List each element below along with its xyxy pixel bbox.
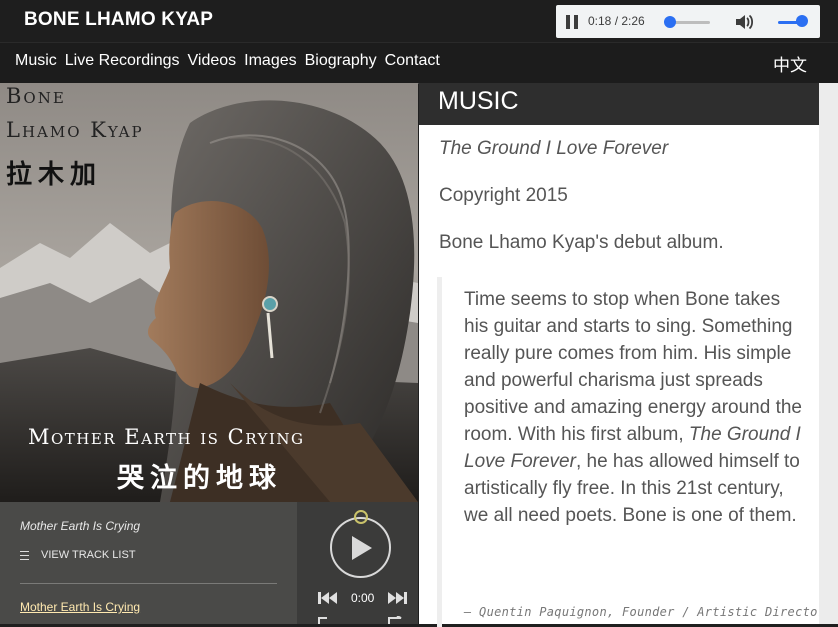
- nav-item-videos[interactable]: Videos: [188, 52, 237, 70]
- site-title[interactable]: BONE LHAMO KYAP: [24, 9, 213, 31]
- track-link[interactable]: Mother Earth Is Crying: [20, 600, 140, 614]
- extra-controls-icon[interactable]: [317, 616, 407, 624]
- album-description: Bone Lhamo Kyap's debut album.: [439, 232, 724, 253]
- current-track-title: Mother Earth Is Crying: [20, 519, 141, 533]
- audio-time: 0:18 / 2:26: [588, 14, 645, 28]
- seek-knob[interactable]: [664, 16, 676, 28]
- testimonial-quote: Time seems to stop when Bone takes his g…: [437, 277, 826, 627]
- audio-player: 0:18 / 2:26: [556, 5, 820, 38]
- volume-icon[interactable]: [734, 13, 754, 31]
- main-content: MUSIC The Ground I Love Forever Copyrigh…: [419, 83, 825, 627]
- nav-menu: Music Live Recordings Videos Images Biog…: [15, 52, 440, 70]
- nav-item-contact[interactable]: Contact: [385, 52, 440, 70]
- cover-artist-line2: Lhamo Kyap: [6, 118, 144, 142]
- playback-controls: 0:00: [297, 502, 418, 624]
- pause-icon[interactable]: [566, 15, 578, 29]
- play-button[interactable]: [330, 517, 391, 578]
- track-info-panel: Mother Earth Is Crying VIEW TRACK LIST M…: [0, 502, 297, 624]
- cover-album-title-chinese: 哭泣的地球: [117, 463, 282, 494]
- view-track-list-label: VIEW TRACK LIST: [41, 549, 136, 561]
- divider: [20, 583, 277, 584]
- track-time: 0:00: [351, 591, 375, 605]
- progress-knob[interactable]: [354, 510, 368, 524]
- top-bar: BONE LHAMO KYAP 0:18 / 2:26: [0, 0, 838, 42]
- play-icon: [352, 536, 372, 560]
- quote-text: Time seems to stop when Bone takes his g…: [464, 286, 809, 529]
- previous-track-icon[interactable]: [318, 591, 338, 605]
- menu-icon: [20, 550, 29, 560]
- nav-item-music[interactable]: Music: [15, 52, 57, 70]
- nav-item-live-recordings[interactable]: Live Recordings: [65, 52, 180, 70]
- quote-part-1: Time seems to stop when Bone takes his g…: [464, 289, 803, 445]
- section-title: MUSIC: [438, 87, 519, 115]
- track-player: Mother Earth Is Crying VIEW TRACK LIST M…: [0, 502, 418, 624]
- nav-bar: Music Live Recordings Videos Images Biog…: [0, 42, 838, 84]
- album-name: The Ground I Love Forever: [439, 138, 669, 159]
- language-switch[interactable]: 中文: [773, 51, 807, 76]
- nav-item-biography[interactable]: Biography: [305, 52, 377, 70]
- next-track-icon[interactable]: [387, 591, 407, 605]
- cover-artist-chinese: 拉木加: [6, 160, 103, 190]
- cover-album-title: Mother Earth is Crying: [28, 425, 305, 449]
- view-track-list-button[interactable]: VIEW TRACK LIST: [20, 549, 136, 561]
- album-cover: Bone Lhamo Kyap 拉木加 Mother Earth is Cryi…: [0, 83, 418, 502]
- copyright-text: Copyright 2015: [439, 185, 568, 206]
- scrollbar[interactable]: [819, 83, 838, 624]
- quote-author: — Quentin Paquignon, Founder / Artistic …: [464, 605, 826, 619]
- nav-item-images[interactable]: Images: [244, 52, 296, 70]
- volume-knob[interactable]: [796, 15, 808, 27]
- section-header: MUSIC: [419, 83, 819, 125]
- cover-artist-line1: Bone: [6, 84, 66, 108]
